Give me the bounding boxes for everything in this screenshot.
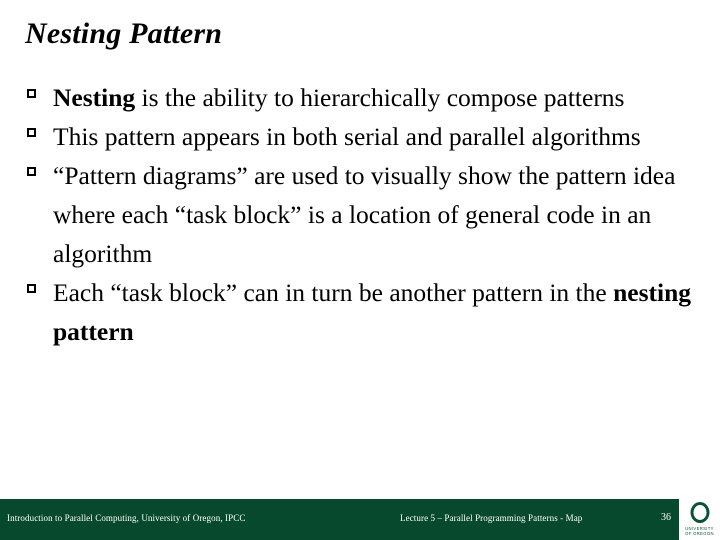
list-item-text: This pattern appears in both serial and … [53,117,715,156]
hollow-square-bullet-icon [27,128,36,137]
list-item: Each “task block” can in turn be another… [0,273,715,351]
bullet-list: Nesting is the ability to hierarchically… [0,78,715,351]
list-item: “Pattern diagrams” are used to visually … [0,156,715,273]
list-item-text: Nesting is the ability to hierarchically… [53,78,715,117]
bullet-4-segment-1: Each “task block” can in turn be another… [53,278,614,307]
slide-canvas: Nesting Pattern Nesting is the ability t… [0,0,720,540]
logo-line-2: OF OREGON [685,531,714,536]
list-item-text: “Pattern diagrams” are used to visually … [53,156,715,273]
footer-course-label: Introduction to Parallel Computing, Univ… [7,513,246,523]
list-item: Nesting is the ability to hierarchically… [0,78,715,117]
footer-bar: Introduction to Parallel Computing, Univ… [0,499,720,540]
oregon-o-icon [690,502,709,523]
footer-lecture-label: Lecture 5 – Parallel Programming Pattern… [400,513,583,523]
bullet-1-segment-1: Nesting [53,83,136,112]
list-item: This pattern appears in both serial and … [0,117,715,156]
hollow-square-bullet-icon [27,89,36,98]
bullet-3-segment-1: “Pattern diagrams” are used to visually … [53,161,676,268]
hollow-square-bullet-icon [27,167,36,176]
list-item-text: Each “task block” can in turn be another… [53,273,715,351]
bullet-1-segment-2: is the ability to hierarchically compose… [135,83,625,112]
university-logo: UNIVERSITY OF OREGON [679,499,720,540]
page-title: Nesting Pattern [25,17,223,50]
hollow-square-bullet-icon [27,284,36,293]
slide-number: 36 [661,512,671,523]
bullet-2-segment-1: This pattern appears in both serial and … [53,122,641,151]
